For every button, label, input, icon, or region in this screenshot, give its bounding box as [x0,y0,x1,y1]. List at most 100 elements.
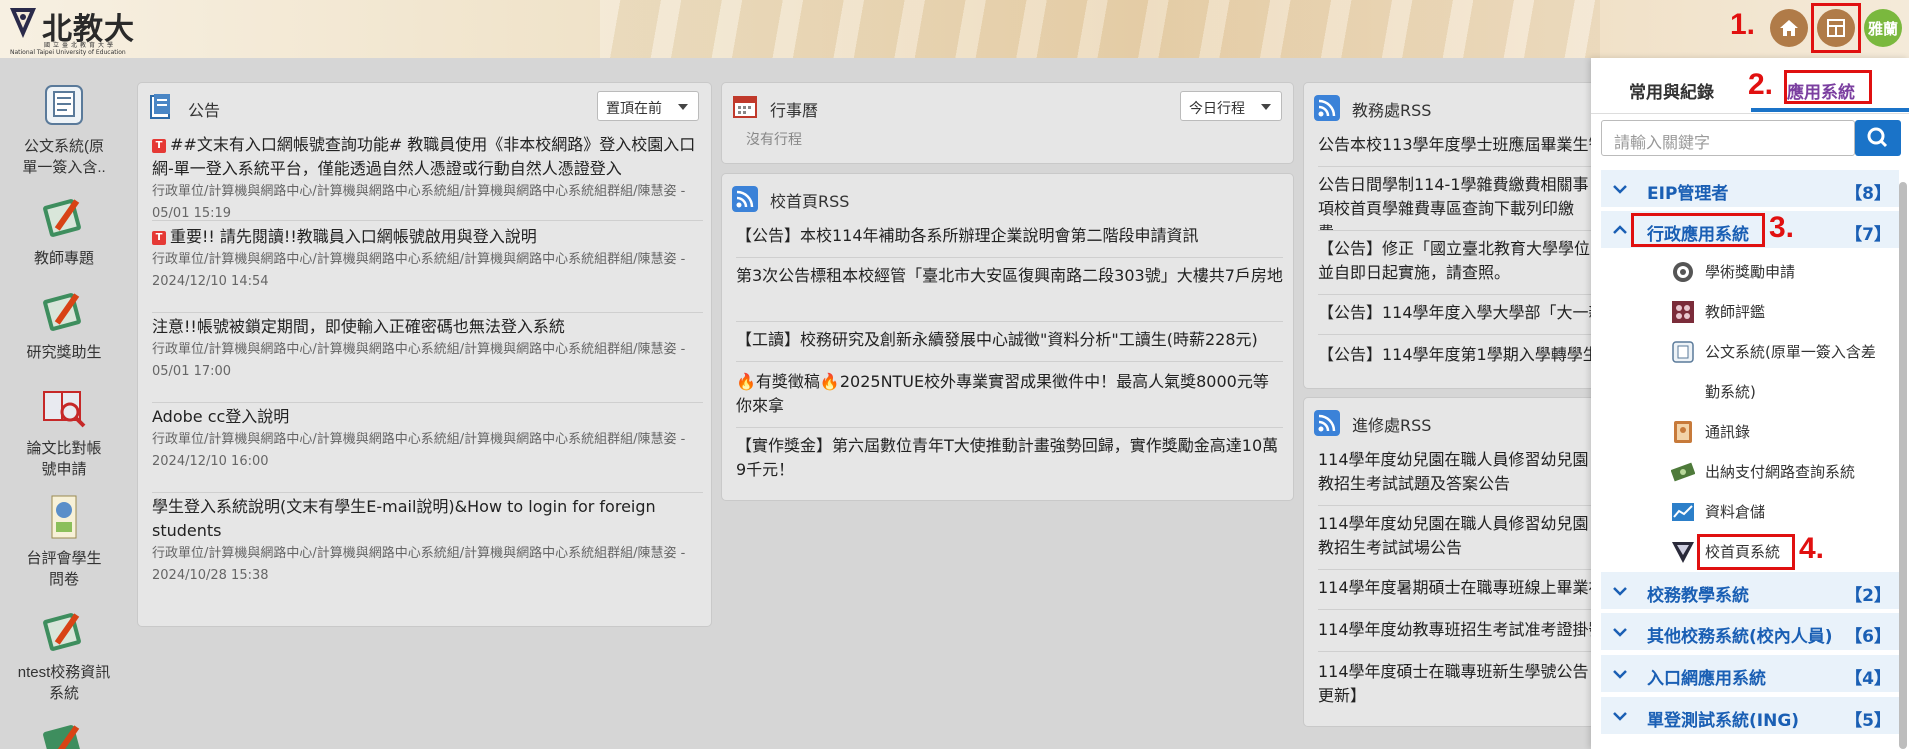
app-search-input[interactable]: 請輸入關鍵字 [1601,120,1855,156]
category-portal-apps[interactable]: 入口網應用系統 【4】 [1601,655,1899,693]
rss-item[interactable]: 【工讀】校務研究及創新永續發展中心誠徵"資料分析"工讀生(時薪228元) [736,328,1283,362]
pencil-book-app-icon [43,725,81,749]
chevron-down-icon [1613,185,1627,194]
pencil-book-app-icon [43,293,81,331]
chevron-down-icon [1261,104,1271,110]
app-label: 論文比對帳號申請 [26,440,102,478]
rss-item[interactable]: 114學年度幼教專班招生考試准考證掛號 [1318,618,1602,652]
category-name: 單登測試系統(ING) [1647,711,1800,731]
document-icon [1672,341,1694,363]
rss-item[interactable]: 114學年度暑期碩士在職專班線上畢業初 [1318,576,1602,610]
pencil-book-app-icon [43,613,81,651]
rss-item[interactable]: 公告日間學制114-1學雜費繳費相關事項校首頁學雜費專區查詢下載列印繳費。 [1318,173,1602,231]
panel-title: 進修處RSS [1352,416,1432,435]
announcement-title: 學生登入系統說明(文末有學生E-mail說明)&How to login for… [152,497,656,540]
app-item-label: 通訊錄 [1705,423,1751,441]
university-logo[interactable]: 北教大 國立臺北教育大學 National Taipei University … [8,4,148,56]
rss-item[interactable]: 🔥有獎徵稿🔥2025NTUE校外專業實習成果徵件中！最高人氣獎8000元等你來拿 [736,370,1283,428]
app-item-label: 學術獎勵申請 [1705,263,1796,281]
rss-item[interactable]: 114學年度碩士在職專班新生學號公告更新】 [1318,660,1602,718]
app-label: 公文系統(原單一簽入含.. [22,138,106,176]
home-button[interactable] [1770,9,1808,47]
category-name: 入口網應用系統 [1647,669,1766,689]
top-header: 北教大 國立臺北教育大學 National Taipei University … [0,0,1909,58]
annotation-step-2: 2. [1748,68,1774,101]
announcement-item[interactable]: 注意!!帳號被鎖定期間，即使輸入正確密碼也無法登入系統 行政單位/計算機與網路中… [152,315,703,403]
rss-item[interactable]: 【公告】本校114年補助各系所辦理企業說明會第二階段申請資訊 [736,224,1283,258]
logo-emblem-icon [10,8,36,38]
money-icon [1671,462,1695,482]
rss-icon [1314,95,1340,121]
category-count: 【5】 [1845,711,1891,731]
app-item-academic-award[interactable]: 學術獎勵申請 [1671,252,1899,292]
category-count: 【6】 [1845,627,1891,647]
annotation-box-admin-category [1631,213,1765,247]
announcements-panel: 公告 置頂在前 T ##文末有入口網帳號查詢功能# 教職員使用《非本校網路》登入校… [137,82,712,627]
category-teaching-systems[interactable]: 校務教學系統 【2】 [1601,572,1899,610]
announcement-meta: 行政單位/計算機與網路中心/計算機與網路中心系統組/計算機與網路中心系統組群組/… [152,184,686,221]
user-avatar[interactable]: 雅蘭 [1864,9,1902,47]
rss-item[interactable]: 公告本校113學年度學士班應屆畢業生智 [1318,133,1602,167]
announcement-book-icon [150,94,170,119]
app-label: 台評會學生問卷 [26,550,102,588]
rss-item[interactable]: 114學年度幼兒園在職人員修習幼兒園教招生考試試題及答案公告 [1318,448,1602,506]
app-item-address-book[interactable]: 通訊錄 [1671,412,1899,452]
announcement-title: 重要!! 請先閱讀!!教職員入口網帳號啟用與登入說明 [170,227,537,246]
app-label: ntest校務資訊系統 [17,664,111,702]
rss-item[interactable]: 【公告】114學年度入學大學部「大一新 [1318,301,1602,335]
app-item-document-system[interactable]: 公文系統(原單一簽入含差 勤系統) [1671,332,1899,412]
app-shortcut-plagiarism-check[interactable]: 論文比對帳號申請 [0,384,128,480]
category-other-systems[interactable]: 其他校務系統(校內人員) 【6】 [1601,613,1899,651]
book-search-app-icon [43,391,86,428]
search-icon [1867,127,1888,148]
calendar-icon [733,96,757,118]
app-shortcut-ntest[interactable]: ntest校務資訊系統 [0,608,128,704]
app-item-label-continued: 勤系統) [1705,383,1756,401]
rss-item[interactable]: 【實作獎金】第六屆數位青年T大使推動計畫強勢回歸，實作獎勵金高達10萬9千元！ [736,434,1283,492]
announcement-title: Adobe cc登入說明 [152,407,290,426]
announcement-meta: 行政單位/計算機與網路中心/計算機與網路中心系統組/計算機與網路中心系統組群組/… [152,252,686,289]
app-shortcut-research-assistant[interactable]: 研究獎助生 [0,288,128,363]
seal-app-icon [51,495,77,539]
app-menu-button[interactable] [1817,9,1855,47]
panel-title: 教務處RSS [1352,101,1432,120]
rss-item[interactable]: 114學年度幼兒園在職人員修習幼兒園教招生考試試場公告 [1318,512,1602,570]
rss-item[interactable]: 第3次公告標租本校經管「臺北市大安區復興南路二段303號」大樓共7戶房地 [736,264,1283,322]
calendar-filter-dropdown[interactable]: 今日行程 [1180,91,1282,121]
annotation-step-1: 1. [1730,8,1756,41]
left-app-sidebar: 公文系統(原單一簽入含.. 教師專題 研究獎助生 論文比對帳號申請 台評會學生問… [0,58,128,749]
app-shortcut-document-system[interactable]: 公文系統(原單一簽入含.. [0,82,128,178]
data-warehouse-icon [1672,503,1694,521]
tab-application-systems[interactable]: 應用系統 [1787,78,1855,103]
announcement-meta: 行政單位/計算機與網路中心/計算機與網路中心系統組/計算機與網路中心系統組群組/… [152,432,686,469]
annotation-step-3: 3. [1769,211,1795,244]
app-label: 教師專題 [33,250,94,267]
category-count: 【7】 [1845,225,1891,245]
app-shortcut-evaluation-survey[interactable]: 台評會學生問卷 [0,494,128,590]
search-button[interactable] [1855,120,1901,156]
category-sso-test[interactable]: 單登測試系統(ING) 【5】 [1601,697,1899,735]
app-item-data-warehouse[interactable]: 資料倉儲 [1671,492,1899,532]
app-shortcut-teacher-topics[interactable]: 教師專題 [0,194,128,269]
announcement-item[interactable]: Adobe cc登入說明 行政單位/計算機與網路中心/計算機與網路中心系統組/計… [152,405,703,493]
chevron-down-icon [678,104,688,110]
category-count: 【8】 [1845,184,1891,204]
category-name: EIP管理者 [1647,184,1729,204]
homepage-rss-panel: 校首頁RSS 【公告】本校114年補助各系所辦理企業說明會第二階段申請資訊 第3… [721,173,1294,501]
logo-subtitle-zh: 國立臺北教育大學 [44,42,117,49]
announcement-item[interactable]: T ##文末有入口網帳號查詢功能# 教職員使用《非本校網路》登入校園入口網-單一登… [152,133,703,221]
announcement-item[interactable]: 學生登入系統說明(文末有學生E-mail說明)&How to login for… [152,495,703,613]
drawer-tabs: 常用與紀錄 2. 應用系統 [1591,58,1909,114]
tab-common-and-history[interactable]: 常用與紀錄 [1629,78,1714,103]
rss-item[interactable]: 【公告】114學年度第1學期入學轉學生 [1318,343,1602,377]
rss-item[interactable]: 【公告】修正「國立臺北教育大學學位並自即日起實施，請查照。 [1318,237,1602,295]
pinned-tag-icon: T [152,231,166,245]
app-item-cashier-payment[interactable]: 出納支付網路查詢系統 [1671,452,1899,492]
announcement-sort-dropdown[interactable]: 置頂在前 [597,91,699,121]
category-eip-admin[interactable]: EIP管理者 【8】 [1601,170,1899,208]
app-shortcut-partial[interactable] [0,720,128,749]
drawer-scrollbar[interactable] [1899,182,1907,749]
category-name: 校務教學系統 [1647,586,1749,606]
announcement-item[interactable]: T 重要!! 請先閱讀!!教職員入口網帳號啟用與登入說明 行政單位/計算機與網路中… [152,225,703,313]
app-item-teacher-evaluation[interactable]: 教師評鑑 [1671,292,1899,332]
